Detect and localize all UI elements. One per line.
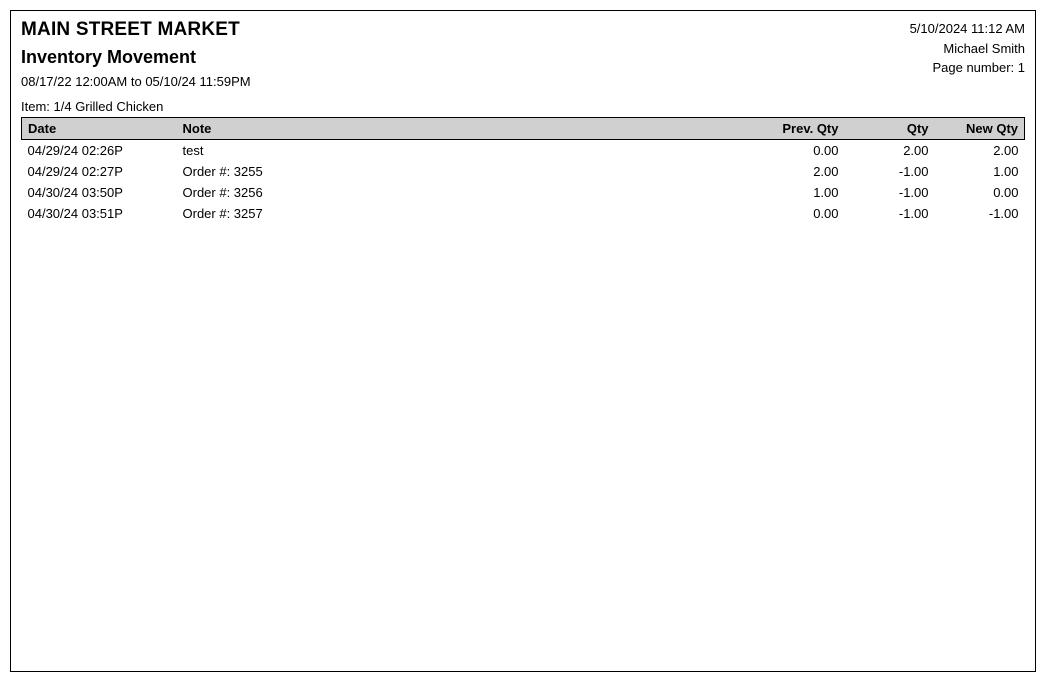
user-name: Michael Smith xyxy=(910,39,1025,59)
table-header-row: Date Note Prev. Qty Qty New Qty xyxy=(22,118,1025,140)
cell-qty: 2.00 xyxy=(845,140,935,162)
col-header-date: Date xyxy=(22,118,177,140)
cell-date: 04/30/24 03:51P xyxy=(22,203,177,224)
cell-prev-qty: 2.00 xyxy=(755,161,845,182)
cell-prev-qty: 0.00 xyxy=(755,203,845,224)
cell-new-qty: -1.00 xyxy=(935,203,1025,224)
cell-qty: -1.00 xyxy=(845,161,935,182)
col-header-note: Note xyxy=(177,118,755,140)
item-name: 1/4 Grilled Chicken xyxy=(54,99,164,114)
cell-note: test xyxy=(177,140,755,162)
cell-new-qty: 1.00 xyxy=(935,161,1025,182)
header-left: MAIN STREET MARKET Inventory Movement 08… xyxy=(21,19,251,89)
cell-qty: -1.00 xyxy=(845,203,935,224)
item-label: Item: xyxy=(21,99,54,114)
table-body: 04/29/24 02:26Ptest0.002.002.0004/29/24 … xyxy=(22,140,1025,225)
report-page: MAIN STREET MARKET Inventory Movement 08… xyxy=(10,10,1036,672)
report-title: Inventory Movement xyxy=(21,47,251,68)
cell-note: Order #: 3257 xyxy=(177,203,755,224)
table-row: 04/30/24 03:50POrder #: 32561.00-1.000.0… xyxy=(22,182,1025,203)
cell-date: 04/29/24 02:26P xyxy=(22,140,177,162)
cell-qty: -1.00 xyxy=(845,182,935,203)
movement-table: Date Note Prev. Qty Qty New Qty 04/29/24… xyxy=(21,117,1025,224)
item-line: Item: 1/4 Grilled Chicken xyxy=(21,99,1025,114)
col-header-new-qty: New Qty xyxy=(935,118,1025,140)
page-number-label: Page number: xyxy=(932,60,1017,75)
col-header-prev-qty: Prev. Qty xyxy=(755,118,845,140)
cell-date: 04/29/24 02:27P xyxy=(22,161,177,182)
cell-prev-qty: 1.00 xyxy=(755,182,845,203)
page-number: Page number: 1 xyxy=(910,58,1025,78)
cell-note: Order #: 3256 xyxy=(177,182,755,203)
cell-date: 04/30/24 03:50P xyxy=(22,182,177,203)
report-header: MAIN STREET MARKET Inventory Movement 08… xyxy=(21,19,1025,89)
table-row: 04/30/24 03:51POrder #: 32570.00-1.00-1.… xyxy=(22,203,1025,224)
cell-new-qty: 2.00 xyxy=(935,140,1025,162)
table-row: 04/29/24 02:26Ptest0.002.002.00 xyxy=(22,140,1025,162)
date-range: 08/17/22 12:00AM to 05/10/24 11:59PM xyxy=(21,74,251,89)
page-number-value: 1 xyxy=(1018,60,1025,75)
table-row: 04/29/24 02:27POrder #: 32552.00-1.001.0… xyxy=(22,161,1025,182)
cell-note: Order #: 3255 xyxy=(177,161,755,182)
header-right: 5/10/2024 11:12 AM Michael Smith Page nu… xyxy=(910,19,1025,78)
col-header-qty: Qty xyxy=(845,118,935,140)
cell-prev-qty: 0.00 xyxy=(755,140,845,162)
cell-new-qty: 0.00 xyxy=(935,182,1025,203)
company-name: MAIN STREET MARKET xyxy=(21,19,251,41)
print-datetime: 5/10/2024 11:12 AM xyxy=(910,19,1025,39)
